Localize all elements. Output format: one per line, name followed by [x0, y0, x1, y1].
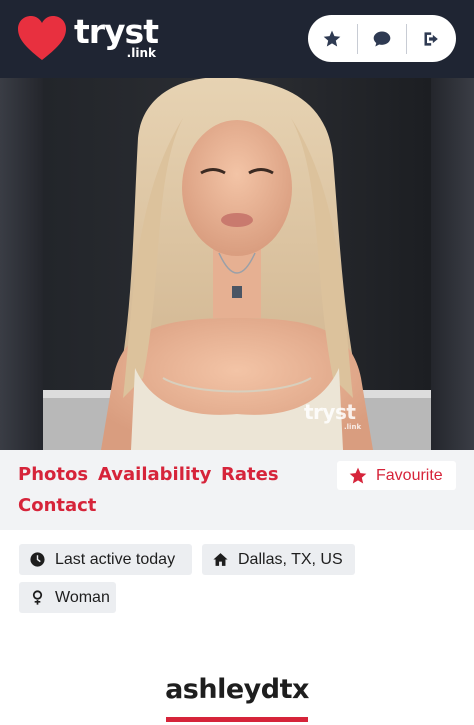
tab-photos[interactable]: Photos [18, 464, 88, 485]
location-badge: Dallas, TX, US [202, 544, 355, 575]
profile-photo-image [43, 78, 431, 450]
female-symbol-icon [32, 590, 43, 605]
home-icon [213, 553, 228, 566]
gender-text: Woman [55, 588, 110, 606]
tryst-logo[interactable]: tryst .link [16, 12, 159, 62]
logo-word: tryst [74, 12, 159, 51]
top-header: tryst .link [0, 0, 474, 78]
watermark: tryst [304, 400, 356, 424]
messages-nav-button[interactable] [358, 15, 407, 62]
favourites-nav-button[interactable] [308, 15, 357, 62]
username-underline [166, 717, 308, 722]
clock-icon [30, 552, 45, 567]
photo-blur-left [0, 78, 43, 450]
gender-badge: Woman [19, 582, 116, 613]
star-icon [323, 30, 341, 46]
star-icon [349, 467, 367, 483]
heart-logo-icon [18, 16, 66, 60]
last-active-text: Last active today [55, 550, 176, 568]
watermark-sub: .link [344, 423, 362, 431]
location-text: Dallas, TX, US [238, 550, 343, 568]
profile-photo[interactable]: tryst .link [0, 78, 474, 450]
profile-username: ashleydtx [165, 674, 309, 705]
header-nav [308, 15, 456, 62]
logo-wordmark: tryst .link [74, 12, 159, 61]
photo-blur-right [431, 78, 474, 450]
logout-icon [424, 31, 438, 46]
favourite-label: Favourite [376, 466, 443, 484]
favourite-button[interactable]: Favourite [337, 461, 456, 490]
last-active-badge: Last active today [19, 544, 192, 575]
tab-availability[interactable]: Availability [98, 464, 211, 485]
logout-nav-button[interactable] [407, 15, 456, 62]
tab-rates[interactable]: Rates [221, 464, 279, 485]
chat-bubble-icon [373, 31, 391, 46]
tab-contact[interactable]: Contact [18, 495, 96, 516]
